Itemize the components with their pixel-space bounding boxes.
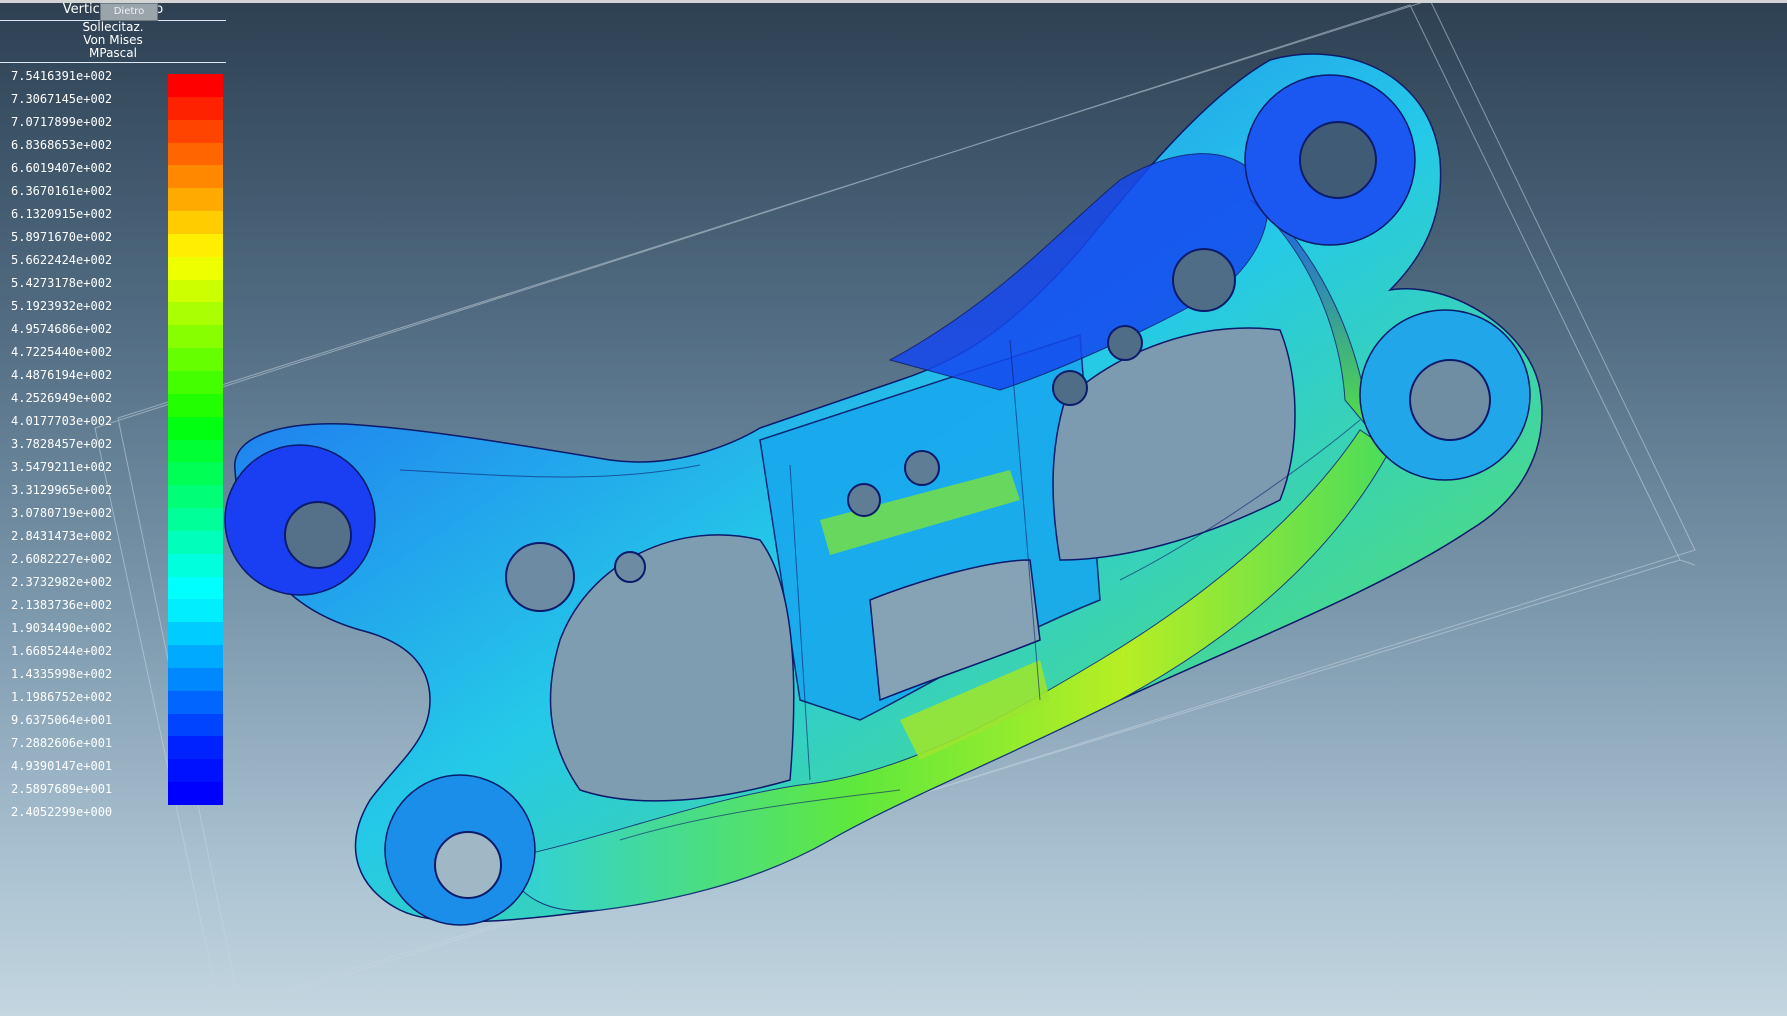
- legend-value: 1.9034490e+002: [11, 621, 113, 635]
- legend-value: 7.3067145e+002: [11, 92, 113, 106]
- legend-color-swatch: [168, 736, 223, 760]
- legend-color-swatch: [168, 370, 223, 394]
- legend-value: 5.6622424e+002: [11, 253, 113, 267]
- bottom-left-boss-hole: [434, 831, 502, 899]
- legend-color-swatch: [168, 302, 223, 326]
- legend-value: 4.0177703e+002: [11, 414, 113, 428]
- legend-value: 6.3670161e+002: [11, 184, 113, 198]
- legend-colorbar: [168, 74, 223, 805]
- legend-value: 3.7828457e+002: [11, 437, 113, 451]
- legend-value: 1.6685244e+002: [11, 644, 113, 658]
- legend-color-swatch: [168, 439, 223, 463]
- legend-value: 4.9574686e+002: [11, 322, 113, 336]
- legend-value-list: 7.5416391e+002 7.3067145e+002 7.0717899e+0…: [11, 68, 112, 827]
- legend-color-swatch: [168, 256, 223, 280]
- legend-color-swatch: [168, 165, 223, 189]
- legend-color-swatch: [168, 508, 223, 531]
- legend-value: 6.8368653e+002: [11, 138, 113, 152]
- legend-color-swatch: [168, 119, 223, 143]
- 3d-viewport[interactable]: [0, 0, 1787, 1016]
- legend-value: 9.6375064e+001: [11, 713, 113, 727]
- fea-model[interactable]: [224, 53, 1543, 926]
- top-right-boss-hole: [1299, 121, 1377, 199]
- legend-value: 7.2882606e+001: [11, 736, 113, 750]
- legend-value: 5.8971670e+002: [11, 230, 113, 244]
- legend-value: 2.5897689e+001: [11, 782, 113, 796]
- legend-color-swatch: [168, 713, 223, 737]
- right-boss-hole: [1409, 359, 1491, 441]
- legend-color-swatch: [168, 530, 223, 554]
- legend-value: 7.5416391e+002: [11, 69, 113, 83]
- plate-hole-1: [1052, 370, 1088, 406]
- legend-color-swatch: [168, 96, 223, 120]
- plate-hole-2: [1107, 325, 1143, 361]
- legend-color-swatch: [168, 188, 223, 212]
- legend-color-swatch: [168, 599, 223, 623]
- rib-hole-1: [847, 483, 881, 517]
- legend-value: 4.9390147e+001: [11, 759, 113, 773]
- legend-color-swatch: [168, 325, 223, 349]
- legend-value: 2.1383736e+002: [11, 598, 113, 612]
- view-tag[interactable]: Dietro: [100, 3, 158, 21]
- rib-hole-2: [904, 450, 940, 486]
- legend-value: 7.0717899e+002: [11, 115, 113, 129]
- legend-value: 4.7225440e+002: [11, 345, 113, 359]
- legend-color-swatch: [168, 142, 223, 166]
- legend-color-swatch: [168, 782, 223, 805]
- legend-color-swatch: [168, 645, 223, 668]
- unit-label: MPascal: [89, 46, 137, 60]
- legend-color-swatch: [168, 462, 223, 486]
- legend-value: 6.1320915e+002: [11, 207, 113, 221]
- legend-value: 5.1923932e+002: [11, 299, 113, 313]
- legend-color-swatch: [168, 667, 223, 691]
- legend-value: 4.4876194e+002: [11, 368, 113, 382]
- plate-hole-3: [1172, 248, 1236, 312]
- legend-color-swatch: [168, 553, 223, 577]
- legend-color-swatch: [168, 393, 223, 417]
- legend-color-swatch: [168, 759, 223, 783]
- legend-color-swatch: [168, 233, 223, 257]
- legend-value: 3.5479211e+002: [11, 460, 113, 474]
- legend-color-swatch: [168, 690, 223, 714]
- legend-value: 2.3732982e+002: [11, 575, 113, 589]
- legend-color-swatch: [168, 74, 223, 97]
- left-boss-hole: [284, 501, 352, 569]
- legend-value: 1.1986752e+002: [11, 690, 113, 704]
- legend-value: 2.4052299e+000: [11, 805, 113, 819]
- legend-value: 1.4335998e+002: [11, 667, 113, 681]
- legend-value: 4.2526949e+002: [11, 391, 113, 405]
- legend-value: 5.4273178e+002: [11, 276, 113, 290]
- legend-color-swatch: [168, 485, 223, 509]
- legend-value: 3.0780719e+002: [11, 506, 113, 520]
- legend-value: 2.8431473e+002: [11, 529, 113, 543]
- legend-value: 6.6019407e+002: [11, 161, 113, 175]
- legend-value: 2.6082227e+002: [11, 552, 113, 566]
- legend-color-swatch: [168, 348, 223, 371]
- legend-value: 3.3129965e+002: [11, 483, 113, 497]
- legend-color-swatch: [168, 416, 223, 440]
- legend-color-swatch: [168, 211, 223, 234]
- legend-color-swatch: [168, 576, 223, 600]
- web-hole-large: [505, 542, 575, 612]
- web-hole-small: [614, 551, 646, 583]
- legend-color-swatch: [168, 622, 223, 646]
- legend-color-swatch: [168, 279, 223, 303]
